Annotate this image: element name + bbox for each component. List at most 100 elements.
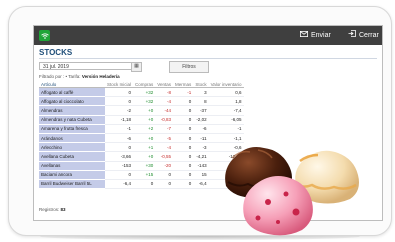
column-header[interactable]: Compras	[133, 82, 156, 88]
value-cell: 15	[193, 170, 209, 180]
table-row[interactable]: Almendras -2 +0 -44 0 -37 -7,4	[39, 105, 244, 116]
value-cell: +32	[133, 87, 156, 98]
value-cell: -20	[155, 161, 174, 171]
envelope-icon	[300, 29, 308, 42]
value-cell: 0	[173, 179, 194, 190]
value-cell: -1,1	[208, 133, 244, 144]
value-cell: -2	[105, 105, 134, 116]
value-cell: -4,21	[193, 151, 209, 162]
table-row[interactable]: Almendras y nata Cubeta -1,18 +0 -0,83 0 -2,0…	[39, 115, 244, 125]
article-cell: Arlecchino	[39, 142, 105, 153]
value-cell: +0	[133, 133, 156, 144]
value-cell: -6	[105, 133, 134, 144]
value-cell: -1	[208, 124, 244, 134]
stock-table-wrapper: Artículo Stock Inicial Compras Ventas Mermas…	[39, 82, 379, 190]
date-field[interactable]: 31 jul. 2019	[39, 62, 133, 70]
value-cell: -7,4	[208, 105, 244, 116]
value-cell: 0	[173, 170, 194, 180]
value-cell: 0	[105, 142, 134, 153]
column-header[interactable]: Stock Inicial	[105, 82, 134, 88]
filter-label: Filtrado por :	[39, 74, 65, 79]
table-row[interactable]: Amarena y frutta fresca -1 +2 -7 0 -6 -1	[39, 124, 244, 134]
value-cell: +0	[133, 151, 156, 162]
table-row[interactable]: Avellanas -153 +30 -20 0 -143 -28,6	[39, 161, 244, 171]
value-cell: 0,6	[208, 87, 244, 98]
article-cell: Almendras y nata Cubeta	[39, 115, 105, 125]
article-cell: Almendras	[39, 105, 105, 116]
logout-icon	[348, 29, 356, 42]
value-cell: -11	[193, 133, 209, 144]
table-row[interactable]: Arándanos -6 +0 -5 0 -11 -1,1	[39, 133, 244, 144]
value-cell: 0	[173, 161, 194, 171]
column-header[interactable]: Ventas	[155, 82, 174, 88]
table-row[interactable]: Barril Budweiser Barril 5L -6,4 0 0 0 -6,4 -12…	[39, 179, 244, 190]
table-row[interactable]: Affogato al caffè 0 +32 -8 -1 3 0,6	[39, 87, 244, 98]
calendar-icon[interactable]: ▦	[131, 62, 142, 72]
value-cell: -143	[193, 161, 209, 171]
filter-value: Versión Heladería	[81, 74, 120, 79]
filters-button[interactable]: Filtros	[169, 61, 209, 73]
value-cell: +15	[133, 170, 156, 180]
article-cell: Avellanas	[39, 161, 105, 171]
article-cell: Affogato al caffè	[39, 87, 105, 98]
table-row[interactable]: Affogato al cioccolato 0 +32 -4 0 8 1,8	[39, 96, 244, 107]
value-cell: -44	[155, 105, 174, 116]
close-label: Cerrar	[359, 32, 379, 39]
article-cell: Amarena y frutta fresca	[39, 124, 105, 134]
value-cell: -3,66	[105, 151, 134, 162]
value-cell: +30	[133, 161, 156, 171]
value-cell: -1	[105, 124, 134, 134]
value-cell: -0,83	[155, 115, 174, 125]
column-header[interactable]: Valor inventario	[208, 82, 244, 88]
value-cell: +0	[133, 105, 156, 116]
records-count: 83	[60, 207, 66, 212]
value-cell: -6,05	[208, 115, 244, 125]
value-cell: -0,6	[208, 142, 244, 153]
value-cell: -3	[193, 142, 209, 153]
value-cell: 0	[155, 179, 174, 190]
value-cell: 1,8	[208, 96, 244, 107]
value-cell: -153	[105, 161, 134, 171]
value-cell: -1,18	[105, 115, 134, 125]
tablet-screen: Enviar Cerrar STOCKS 31 jul. 2019 ▦ Filt…	[33, 25, 383, 221]
article-cell: Barril Budweiser Barril 5L	[39, 179, 105, 190]
send-label: Enviar	[311, 32, 331, 39]
value-cell: 0	[173, 105, 194, 116]
active-filter: Filtrado por : • Tarifa: Versión Helader…	[39, 74, 120, 79]
filter-bullet-icon: •	[65, 74, 68, 79]
value-cell: -7	[155, 124, 174, 134]
value-cell: 0	[173, 151, 194, 162]
value-cell: -12,63	[208, 151, 244, 162]
top-bar: Enviar Cerrar	[34, 26, 382, 45]
value-cell: -28,6	[208, 161, 244, 171]
stock-table: Artículo Stock Inicial Compras Ventas Mermas…	[39, 82, 244, 190]
value-cell: -1	[173, 87, 194, 98]
value-cell: +2	[133, 124, 156, 134]
column-header[interactable]: Stock	[193, 82, 209, 88]
table-row[interactable]: Baciami ancora 0 +15 0 0 15 3	[39, 170, 244, 180]
value-cell: -6,4	[193, 179, 209, 190]
send-button[interactable]: Enviar	[300, 29, 331, 42]
value-cell: 0	[173, 115, 194, 125]
article-cell: Affogato al cioccolato	[39, 96, 105, 107]
value-cell: -4	[155, 142, 174, 153]
value-cell: 0	[105, 170, 134, 180]
value-cell: 0	[105, 87, 134, 98]
table-row[interactable]: Arlecchino 0 +1 -4 0 -3 -0,6	[39, 142, 244, 153]
value-cell: 0	[133, 179, 156, 190]
column-header[interactable]: Mermas	[173, 82, 194, 88]
app-logo-icon[interactable]	[39, 30, 50, 41]
value-cell: 0	[173, 142, 194, 153]
table-row[interactable]: Avellana Cubeta -3,66 +0 -0,55 0 -4,21 -12,63	[39, 151, 244, 162]
value-cell: 0	[173, 133, 194, 144]
article-cell: Avellana Cubeta	[39, 151, 105, 162]
value-cell: 3	[193, 87, 209, 98]
value-cell: -5	[155, 133, 174, 144]
records-label: Registros:	[39, 207, 60, 212]
close-button[interactable]: Cerrar	[348, 29, 379, 42]
value-cell: +0	[133, 115, 156, 125]
value-cell: -8	[155, 87, 174, 98]
value-cell: 8	[193, 96, 209, 107]
value-cell: -37	[193, 105, 209, 116]
page-title: STOCKS	[39, 48, 73, 57]
